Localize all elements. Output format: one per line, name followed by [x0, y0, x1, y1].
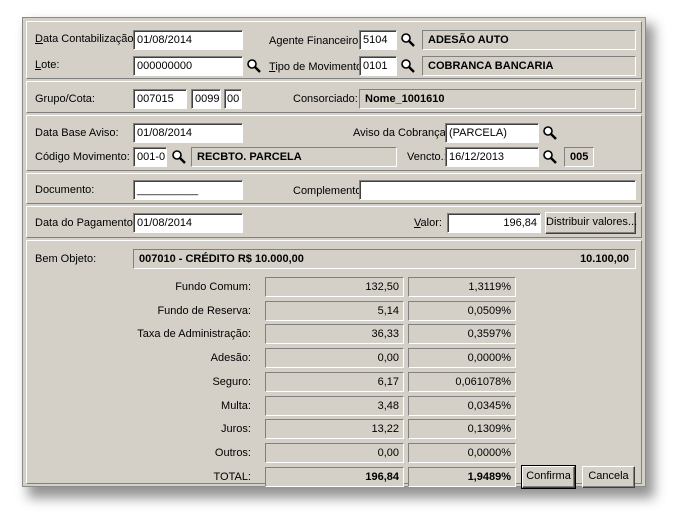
breakdown-percent: 0,0509%	[408, 301, 516, 321]
dialog-window: Data Contabilização: 01/08/2014 Agente F…	[22, 17, 646, 489]
valor-field[interactable]: 196,84	[447, 213, 541, 233]
section-grupo: Grupo/Cota: 007015 0099 00 Consorciado: …	[26, 81, 642, 113]
grupo-cota-label: Grupo/Cota:	[35, 93, 95, 105]
bem-objeto-value: 10.100,00	[580, 253, 629, 265]
section-header: Data Contabilização: 01/08/2014 Agente F…	[26, 21, 642, 79]
data-contabilizacao-label: Data Contabilização:	[35, 33, 137, 45]
total-percent: 1,9489%	[408, 467, 516, 487]
breakdown-percent: 1,3119%	[408, 277, 516, 297]
lote-label: Lote:	[35, 59, 60, 71]
breakdown-percent: 0,3597%	[408, 324, 516, 344]
search-icon[interactable]	[542, 149, 558, 165]
distribuir-valores-button[interactable]: Distribuir valores...	[545, 212, 637, 234]
agente-financeiro-code-field[interactable]: 5104	[359, 30, 397, 50]
data-contabilizacao-field[interactable]: 01/08/2014	[133, 30, 243, 50]
section-aviso: Data Base Aviso: 01/08/2014 Aviso da Cob…	[26, 115, 642, 171]
vencto-label: Vencto.:	[407, 151, 447, 163]
breakdown-value: 5,14	[265, 301, 404, 321]
search-icon[interactable]	[542, 125, 558, 141]
vencto-extra: 005	[564, 147, 594, 167]
search-icon[interactable]	[400, 32, 416, 48]
vencto-field[interactable]: 16/12/2013	[445, 147, 539, 167]
cancela-button[interactable]: Cancela	[582, 466, 635, 488]
documento-field[interactable]: __________	[133, 180, 243, 200]
breakdown-percent: 0,0000%	[408, 348, 516, 368]
section-pagamento: Data do Pagamento: 01/08/2014 Valor: 196…	[26, 206, 642, 238]
section-documento: Documento: __________ Complemento:	[26, 173, 642, 204]
breakdown-label: Fundo Comum:	[175, 281, 251, 293]
breakdown-label: Seguro:	[212, 376, 251, 388]
valor-label: Valor:	[414, 217, 442, 229]
search-icon[interactable]	[400, 58, 416, 74]
aviso-cobranca-field[interactable]: (PARCELA)	[445, 123, 539, 143]
section-bem-objeto: Bem Objeto: 007010 - CRÉDITO R$ 10.000,0…	[26, 240, 642, 489]
breakdown-label: Fundo de Reserva:	[157, 305, 251, 317]
codigo-movimento-name: RECBTO. PARCELA	[191, 147, 397, 167]
breakdown-percent: 0,0345%	[408, 396, 516, 416]
breakdown-percent: 0,061078%	[408, 372, 516, 392]
total-value: 196,84	[265, 467, 404, 487]
codigo-movimento-field[interactable]: 001-0	[133, 147, 167, 167]
grupo-field[interactable]: 007015	[133, 89, 187, 109]
breakdown-label: Taxa de Administração:	[137, 328, 251, 340]
cota-field[interactable]: 0099	[191, 89, 221, 109]
bem-objeto-description: 007010 - CRÉDITO R$ 10.000,00	[139, 253, 304, 265]
data-pagamento-field[interactable]: 01/08/2014	[133, 213, 243, 233]
breakdown-label: Multa:	[221, 400, 251, 412]
documento-label: Documento:	[35, 184, 95, 196]
breakdown-percent: 0,0000%	[408, 443, 516, 463]
breakdown-value: 132,50	[265, 277, 404, 297]
consorciado-label: Consorciado:	[293, 93, 358, 105]
codigo-movimento-label: Código Movimento:	[35, 151, 130, 163]
confirma-button[interactable]: Confirma	[521, 465, 576, 489]
breakdown-label: Outros:	[214, 447, 251, 459]
breakdown-value: 36,33	[265, 324, 404, 344]
search-icon[interactable]	[246, 58, 262, 74]
breakdown-percent: 0,1309%	[408, 419, 516, 439]
tipo-movimento-name: COBRANCA BANCARIA	[422, 56, 636, 76]
agente-financeiro-name: ADESÃO AUTO	[422, 30, 636, 50]
breakdown-label: Juros:	[221, 423, 251, 435]
data-base-aviso-field[interactable]: 01/08/2014	[133, 123, 243, 143]
breakdown-value: 0,00	[265, 348, 404, 368]
bem-objeto-field: 007010 - CRÉDITO R$ 10.000,00 10.100,00	[133, 249, 636, 269]
bem-objeto-label: Bem Objeto:	[35, 253, 97, 265]
complemento-field[interactable]	[359, 180, 636, 200]
breakdown-value: 0,00	[265, 443, 404, 463]
breakdown-value: 6,17	[265, 372, 404, 392]
digito-field[interactable]: 00	[224, 89, 242, 109]
data-base-aviso-label: Data Base Aviso:	[35, 127, 119, 139]
tipo-movimento-code-field[interactable]: 0101	[359, 56, 397, 76]
agente-financeiro-label: Agente Financeiro:	[269, 35, 362, 47]
breakdown-label: Adesão:	[210, 352, 251, 364]
breakdown-value: 13,22	[265, 419, 404, 439]
breakdown-value: 3,48	[265, 396, 404, 416]
tipo-movimento-label: Tipo de Movimento:	[269, 61, 366, 73]
complemento-label: Complemento:	[293, 185, 365, 197]
total-label: TOTAL:	[213, 471, 252, 483]
consorciado-name: Nome_1001610	[359, 89, 636, 109]
data-pagamento-label: Data do Pagamento:	[35, 217, 136, 229]
lote-field[interactable]: 000000000	[133, 56, 243, 76]
aviso-cobranca-label: Aviso da Cobrança:	[353, 127, 449, 139]
search-icon[interactable]	[171, 149, 187, 165]
